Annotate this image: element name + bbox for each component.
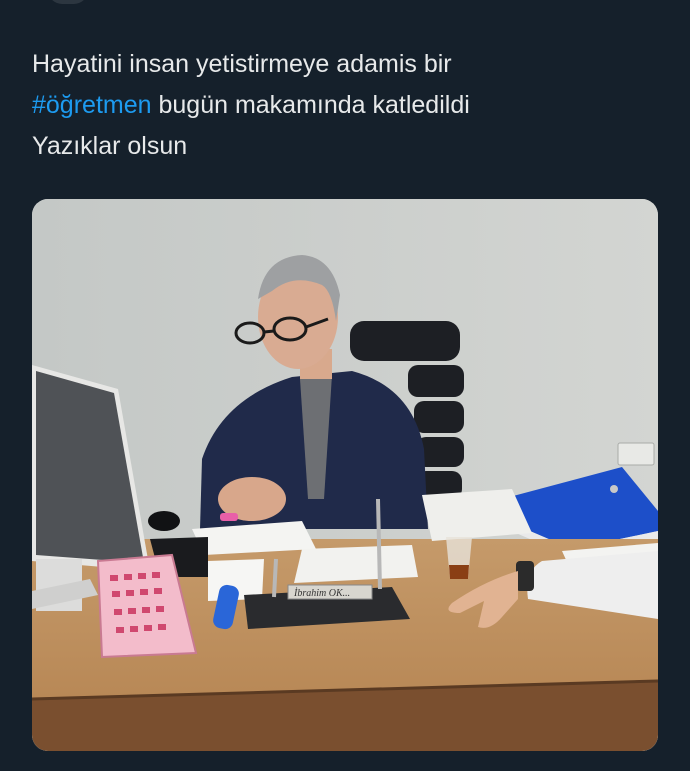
tweet-text: Hayatini insan yetistirmeye adamis bir #… (32, 44, 662, 167)
tweet-line-3: Yazıklar olsun (32, 132, 188, 160)
avatar[interactable] (48, 0, 88, 4)
tweet-line-2-text: bugün makamında katledildi (151, 91, 470, 119)
nameplate-text: İbrahim OK... (293, 587, 350, 599)
office-scene: İbrahim OK... (32, 199, 658, 751)
tweet-line-2: #öğretmen bugün makamında katledildi (32, 85, 662, 126)
tweet-line-1: Hayatini insan yetistirmeye adamis bir (32, 50, 452, 78)
tweet-photo[interactable]: İbrahim OK... (32, 199, 658, 751)
hashtag-link[interactable]: #öğretmen (32, 91, 152, 119)
tea-glass (446, 537, 472, 579)
wall-outlet (617, 442, 655, 466)
mouse (148, 511, 180, 531)
